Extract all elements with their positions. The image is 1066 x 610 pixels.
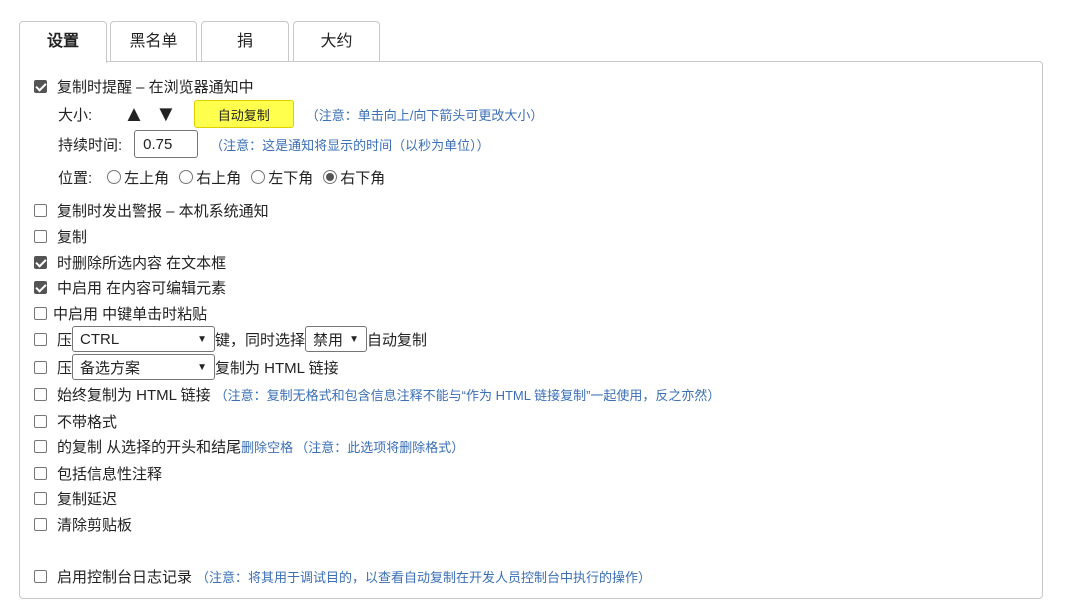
duration-row: 持续时间: 0.75 （注意：这是通知将显示的时间（以秒为单位）） — [58, 130, 490, 158]
trim-whitespace-checkbox[interactable] — [34, 439, 47, 453]
copy-checkbox[interactable] — [34, 229, 47, 243]
option-info-comment[interactable]: 包括信息性注释 — [34, 462, 162, 484]
position-bottom-right-radio[interactable] — [323, 170, 338, 184]
option-native-alert[interactable]: 复制时发出警报 – 本机系统通知 — [34, 199, 269, 221]
position-top-left-radio[interactable] — [107, 170, 122, 184]
modifier-key-checkbox[interactable] — [34, 332, 47, 346]
option-always-html-link[interactable]: 始终复制为 HTML 链接 （注意：复制无格式和包含信息注释不能与“作为 HTM… — [34, 383, 720, 405]
modifier-prefix: 压 — [57, 331, 73, 349]
info-comment-checkbox[interactable] — [34, 466, 47, 480]
alt-suffix: 复制为 HTML 链接 — [215, 359, 339, 377]
position-bottom-right-label: 右下角 — [340, 169, 386, 187]
autocopy-preview-button[interactable]: 自动复制 — [193, 100, 294, 128]
modifier-key-value: CTRL — [80, 330, 120, 348]
middle-click-paste-label: 中启用 中键单击时粘贴 — [53, 305, 208, 323]
option-middle-click-paste[interactable]: 中启用 中键单击时粘贴 — [34, 302, 207, 324]
option-notify-browser[interactable]: 复制时提醒 – 在浏览器通知中 — [34, 75, 254, 97]
trim-whitespace-note: （注意：此选项将删除格式） — [295, 439, 465, 455]
size-label: 大小: — [58, 106, 93, 124]
always-html-link-label: 始终复制为 HTML 链接 — [57, 386, 211, 404]
duration-label: 持续时间: — [58, 136, 123, 154]
contenteditable-label: 中启用 在内容可编辑元素 — [57, 279, 227, 297]
chevron-down-icon: ▼ — [197, 333, 208, 345]
native-alert-label: 复制时发出警报 – 本机系统通知 — [57, 202, 269, 220]
alt-key-checkbox[interactable] — [34, 360, 47, 374]
tab-donate[interactable]: 捐 — [201, 21, 289, 61]
duration-note: （注意：这是通知将显示的时间（以秒为单位）） — [210, 137, 490, 153]
copy-label: 复制 — [57, 228, 88, 246]
modifier-key-select[interactable]: CTRL ▼ — [72, 326, 216, 352]
position-row: 位置: 左上角 右上角 左下角 右下角 — [58, 163, 385, 191]
middle-click-paste-checkbox[interactable] — [34, 306, 47, 320]
trim-whitespace-label: 的复制 从选择的开头和结尾 — [57, 438, 242, 456]
option-copy-delay[interactable]: 复制延迟 — [34, 487, 117, 509]
copy-delay-checkbox[interactable] — [34, 491, 47, 505]
modifier-mode-value: 禁用 — [313, 331, 344, 349]
tab-blacklist[interactable]: 黑名单 — [110, 21, 197, 61]
always-html-link-note: （注意：复制无格式和包含信息注释不能与“作为 HTML 链接复制”一起使用，反之… — [214, 387, 721, 403]
delete-selection-label: 时删除所选内容 在文本框 — [57, 254, 227, 272]
tab-about[interactable]: 大约 — [293, 21, 380, 61]
chevron-down-icon: ▼ — [349, 333, 360, 345]
position-top-right-label: 右上角 — [196, 169, 242, 187]
native-alert-checkbox[interactable] — [34, 203, 47, 217]
option-delete-selection[interactable]: 时删除所选内容 在文本框 — [34, 251, 226, 273]
tab-settings[interactable]: 设置 — [19, 21, 107, 63]
option-modifier-key: 压 CTRL ▼ 键，同时选择 禁用 ▼ 自动复制 — [34, 326, 427, 352]
option-alt-key: 压 备选方案 ▼ 复制为 HTML 链接 — [34, 354, 339, 380]
modifier-middle-text: 键，同时选择 — [215, 331, 306, 349]
size-up-arrow-icon[interactable]: ▲ — [123, 103, 145, 125]
option-console-logging[interactable]: 启用控制台日志记录 （注意：将其用于调试目的，以查看自动复制在开发人员控制台中执… — [34, 565, 651, 587]
console-logging-checkbox[interactable] — [34, 569, 47, 583]
option-trim-whitespace[interactable]: 的复制 从选择的开头和结尾 删除空格 （注意：此选项将删除格式） — [34, 435, 464, 457]
console-logging-label: 启用控制台日志记录 — [57, 568, 193, 586]
notify-browser-checkbox[interactable] — [34, 79, 47, 93]
plain-text-label: 不带格式 — [57, 413, 118, 431]
position-bottom-left-label: 左下角 — [268, 169, 314, 187]
position-top-left-label: 左上角 — [124, 169, 170, 187]
copy-delay-label: 复制延迟 — [57, 490, 118, 508]
size-note: （注意：单击向上/向下箭头可更改大小） — [305, 107, 544, 123]
size-down-arrow-icon[interactable]: ▼ — [155, 103, 177, 125]
duration-input[interactable]: 0.75 — [134, 130, 199, 158]
modifier-mode-select[interactable]: 禁用 ▼ — [305, 326, 368, 352]
option-plain-text[interactable]: 不带格式 — [34, 410, 117, 432]
position-bottom-left-radio[interactable] — [251, 170, 266, 184]
notify-browser-label: 复制时提醒 – 在浏览器通知中 — [57, 78, 254, 96]
delete-selection-checkbox[interactable] — [34, 255, 47, 269]
trim-whitespace-inline: 删除空格 — [241, 439, 294, 455]
alt-prefix: 压 — [57, 359, 73, 377]
option-contenteditable[interactable]: 中启用 在内容可编辑元素 — [34, 276, 226, 298]
contenteditable-checkbox[interactable] — [34, 280, 47, 294]
console-logging-note: （注意：将其用于调试目的，以查看自动复制在开发人员控制台中执行的操作） — [196, 569, 652, 585]
info-comment-label: 包括信息性注释 — [57, 465, 163, 483]
chevron-down-icon: ▼ — [197, 361, 208, 373]
plain-text-checkbox[interactable] — [34, 414, 47, 428]
position-label: 位置: — [58, 169, 93, 187]
option-copy[interactable]: 复制 — [34, 225, 87, 247]
position-top-right-radio[interactable] — [179, 170, 194, 184]
clear-clipboard-checkbox[interactable] — [34, 517, 47, 531]
always-html-link-checkbox[interactable] — [34, 387, 47, 401]
modifier-suffix: 自动复制 — [367, 331, 428, 349]
alt-key-select[interactable]: 备选方案 ▼ — [72, 354, 216, 380]
alt-key-value: 备选方案 — [80, 359, 141, 377]
option-clear-clipboard[interactable]: 清除剪贴板 — [34, 513, 132, 535]
size-row: 大小: ▲ ▼ 自动复制 （注意：单击向上/向下箭头可更改大小） — [58, 100, 543, 128]
clear-clipboard-label: 清除剪贴板 — [57, 516, 133, 534]
